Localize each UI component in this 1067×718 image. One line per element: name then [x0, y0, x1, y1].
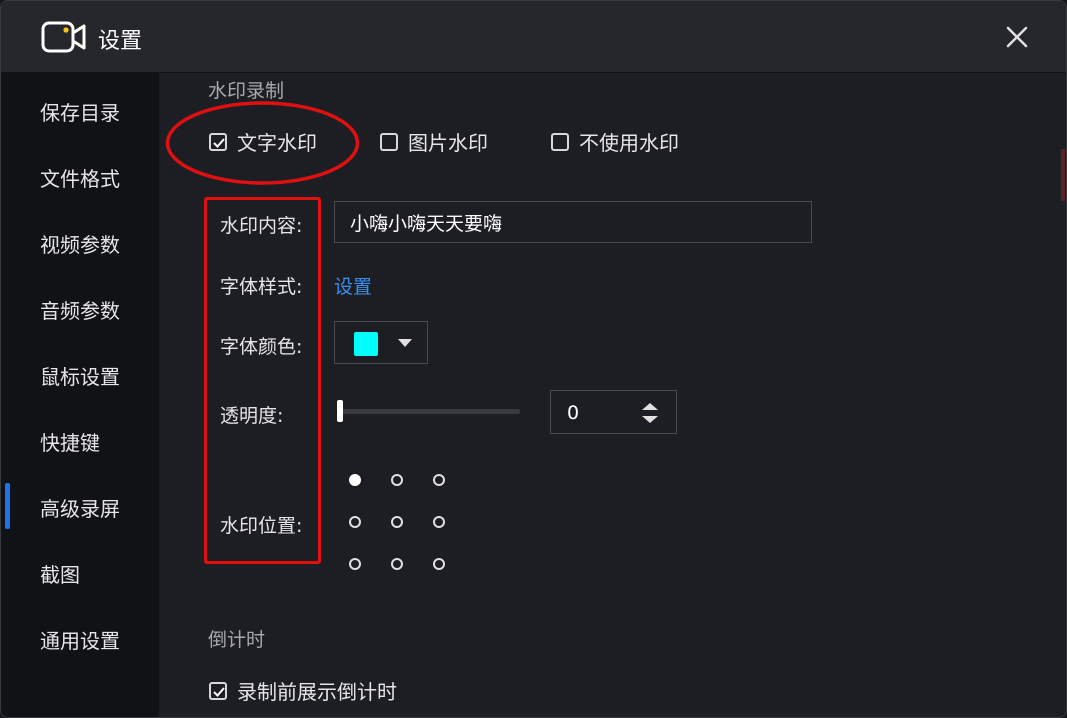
- sidebar-item-label: 保存目录: [40, 101, 120, 125]
- settings-window: 设置 保存目录 文件格式 视频参数 音频参数 鼠标设置 快捷键 高级录屏 截图 …: [0, 0, 1067, 718]
- checkbox-box: [209, 132, 227, 151]
- checkbox-image-watermark[interactable]: 图片水印: [380, 127, 488, 156]
- window-title: 设置: [98, 29, 143, 54]
- checkbox-label: 不使用水印: [579, 131, 679, 155]
- sidebar-item-video-params[interactable]: 视频参数: [1, 217, 159, 267]
- section-title-watermark: 水印录制: [208, 80, 285, 102]
- checkbox-label: 文字水印: [237, 131, 317, 155]
- sidebar-item-shortcuts[interactable]: 快捷键: [1, 415, 159, 465]
- close-icon[interactable]: [1002, 22, 1032, 52]
- sidebar-item-screenshot[interactable]: 截图: [1, 547, 159, 597]
- checkbox-box: [209, 681, 227, 700]
- sidebar-item-label: 视频参数: [40, 233, 120, 257]
- checkbox-box: [551, 132, 569, 151]
- sidebar-item-save-directory[interactable]: 保存目录: [1, 85, 159, 135]
- watermark-content-input[interactable]: [334, 201, 812, 243]
- checkbox-label: 图片水印: [408, 131, 488, 155]
- sidebar-item-label: 高级录屏: [40, 497, 120, 521]
- color-swatch: [354, 332, 378, 356]
- label-font-color: 字体颜色:: [220, 336, 303, 358]
- position-dot-r1-c2[interactable]: [433, 516, 445, 528]
- sidebar-item-advanced-recording[interactable]: 高级录屏: [1, 481, 159, 531]
- dropdown-caret-icon: [398, 339, 412, 347]
- position-dot-r0-c2[interactable]: [433, 474, 445, 486]
- checkbox-box: [380, 132, 398, 151]
- sidebar: 保存目录 文件格式 视频参数 音频参数 鼠标设置 快捷键 高级录屏 截图 通用设…: [1, 73, 159, 717]
- checkbox-no-watermark[interactable]: 不使用水印: [551, 127, 679, 156]
- label-font-style: 字体样式:: [220, 276, 303, 298]
- sidebar-item-general-settings[interactable]: 通用设置: [1, 613, 159, 663]
- checkmark-icon: [213, 137, 225, 148]
- label-watermark-position: 水印位置:: [220, 515, 303, 537]
- opacity-slider-track[interactable]: [339, 409, 520, 414]
- label-watermark-content: 水印内容:: [220, 215, 303, 237]
- opacity-slider-thumb[interactable]: [337, 400, 343, 422]
- opacity-spinbox[interactable]: 0: [550, 390, 677, 434]
- checkbox-label: 录制前展示倒计时: [237, 680, 397, 704]
- title-bar: 设置: [1, 1, 1066, 73]
- sidebar-item-label: 文件格式: [40, 167, 120, 191]
- position-dot-r2-c1[interactable]: [391, 558, 403, 570]
- sidebar-item-mouse-settings[interactable]: 鼠标设置: [1, 349, 159, 399]
- position-dot-r1-c1[interactable]: [391, 516, 403, 528]
- position-dot-r1-c0[interactable]: [349, 516, 361, 528]
- sidebar-item-audio-params[interactable]: 音频参数: [1, 283, 159, 333]
- spin-arrows-icon[interactable]: [637, 399, 663, 427]
- sidebar-item-file-format[interactable]: 文件格式: [1, 151, 159, 201]
- video-camera-icon: [41, 21, 86, 53]
- position-dot-r2-c0[interactable]: [349, 558, 361, 570]
- sidebar-item-label: 鼠标设置: [40, 365, 120, 389]
- checkmark-icon: [213, 686, 225, 697]
- sidebar-item-label: 截图: [40, 563, 80, 587]
- checkbox-show-countdown[interactable]: 录制前展示倒计时: [209, 676, 397, 705]
- font-color-picker[interactable]: [334, 321, 428, 364]
- scrollbar[interactable]: [1061, 149, 1065, 201]
- position-dot-r2-c2[interactable]: [433, 558, 445, 570]
- checkbox-text-watermark[interactable]: 文字水印: [209, 127, 317, 156]
- opacity-value: 0: [567, 402, 580, 424]
- position-dot-r0-c0[interactable]: [349, 474, 361, 486]
- label-opacity: 透明度:: [220, 405, 284, 427]
- position-dot-r0-c1[interactable]: [391, 474, 403, 486]
- sidebar-item-label: 音频参数: [40, 299, 120, 323]
- font-style-settings-link[interactable]: 设置: [334, 272, 372, 299]
- sidebar-item-label: 通用设置: [40, 629, 120, 653]
- section-title-countdown: 倒计时: [208, 629, 266, 651]
- sidebar-item-label: 快捷键: [40, 431, 100, 455]
